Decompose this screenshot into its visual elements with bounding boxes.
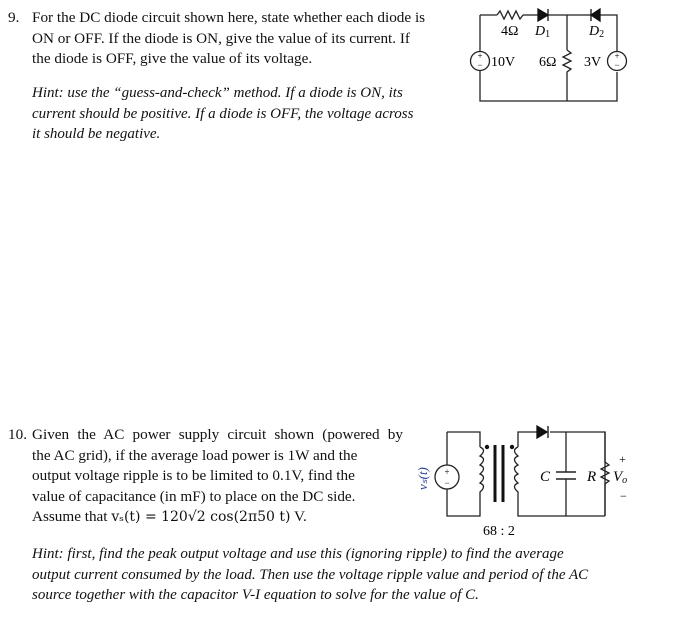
resistor-6ohm bbox=[561, 49, 573, 101]
diode-d2 bbox=[589, 7, 601, 23]
secondary-winding bbox=[513, 446, 520, 500]
hint-line: output current consumed by the load. The… bbox=[32, 566, 589, 583]
problem-10-number: 10. bbox=[8, 426, 27, 443]
wire bbox=[447, 431, 481, 447]
primary-winding bbox=[478, 446, 485, 500]
r1-label: 4Ω bbox=[501, 24, 518, 39]
turns-ratio-label: 68 : 2 bbox=[483, 524, 515, 539]
hint-line: Hint: first, find the peak output voltag… bbox=[32, 546, 564, 562]
resistor-label: R bbox=[586, 469, 596, 485]
hint-line: Hint: use the “guess-and-check” method. … bbox=[32, 85, 403, 101]
d1-label: D1 bbox=[534, 24, 550, 40]
source2-label: 3V bbox=[584, 55, 601, 70]
r2-label: 6Ω bbox=[539, 55, 556, 70]
resistor-4ohm bbox=[496, 9, 524, 21]
hint-line: source together with the capacitor V-I e… bbox=[32, 587, 479, 603]
wire bbox=[479, 70, 618, 102]
minus-sign: − bbox=[614, 60, 619, 70]
problem-9-line: the diode is OFF, give the value of its … bbox=[32, 50, 313, 67]
transformer-core bbox=[493, 445, 505, 502]
ac-power-supply-diagram: + − vₛ(t) 68 : 2 C R + Vo − bbox=[415, 424, 627, 539]
wire bbox=[517, 500, 605, 517]
problem-9-line: For the DC diode circuit shown here, sta… bbox=[32, 9, 426, 26]
minus-sign: − bbox=[444, 478, 449, 488]
problem-10-assumption: Assume that vₛ(t) = 120√2 cos(2π50 t) V. bbox=[32, 507, 403, 528]
capacitor-label: C bbox=[540, 469, 551, 485]
problem-9-number: 9. bbox=[8, 9, 20, 26]
plus-sign: + bbox=[444, 467, 449, 477]
problem-10-line: output voltage ripple is to be limited t… bbox=[32, 467, 355, 484]
hint-line: it should be negative. bbox=[32, 126, 161, 142]
problem-10-line: value of capacitance (in mF) to place on… bbox=[32, 487, 356, 505]
rectifier-diode bbox=[536, 424, 549, 440]
problem-10-text: Given the AC power supply circuit shown … bbox=[32, 425, 403, 528]
problem-10-line: Given the AC power supply circuit shown … bbox=[32, 426, 403, 443]
source-label: vₛ(t) bbox=[415, 467, 430, 490]
source-equation: vₛ(t) = 120√2 cos(2π50 t) bbox=[111, 509, 291, 525]
problem-9-hint: Hint: use the “guess-and-check” method. … bbox=[32, 83, 448, 145]
polarity-dot bbox=[509, 444, 515, 450]
assume-suffix: V. bbox=[290, 508, 307, 525]
output-voltage-label: Vo bbox=[613, 469, 627, 486]
problem-10-hint: Hint: first, find the peak output voltag… bbox=[32, 544, 638, 606]
hint-line: current should be positive. If a diode i… bbox=[32, 105, 414, 122]
diode-circuit-diagram: + − + − 4Ω D1 D2 10V 6Ω 3V bbox=[469, 7, 628, 102]
assume-prefix: Assume that bbox=[32, 508, 112, 525]
problem-9-line: ON or OFF. If the diode is ON, give the … bbox=[32, 29, 410, 47]
output-minus: − bbox=[620, 489, 627, 503]
d2-label: D2 bbox=[588, 24, 604, 40]
wire bbox=[446, 489, 481, 517]
problem-9-text: For the DC diode circuit shown here, sta… bbox=[32, 8, 448, 70]
capacitor bbox=[556, 471, 576, 480]
problem-10-line: the AC grid), if the average load power … bbox=[32, 446, 358, 464]
wire bbox=[517, 431, 537, 447]
source1-label: 10V bbox=[491, 55, 515, 70]
polarity-dot bbox=[484, 444, 490, 450]
output-plus: + bbox=[619, 452, 626, 466]
diode-d1 bbox=[537, 7, 550, 23]
minus-sign: − bbox=[477, 60, 482, 70]
wire bbox=[550, 431, 606, 516]
